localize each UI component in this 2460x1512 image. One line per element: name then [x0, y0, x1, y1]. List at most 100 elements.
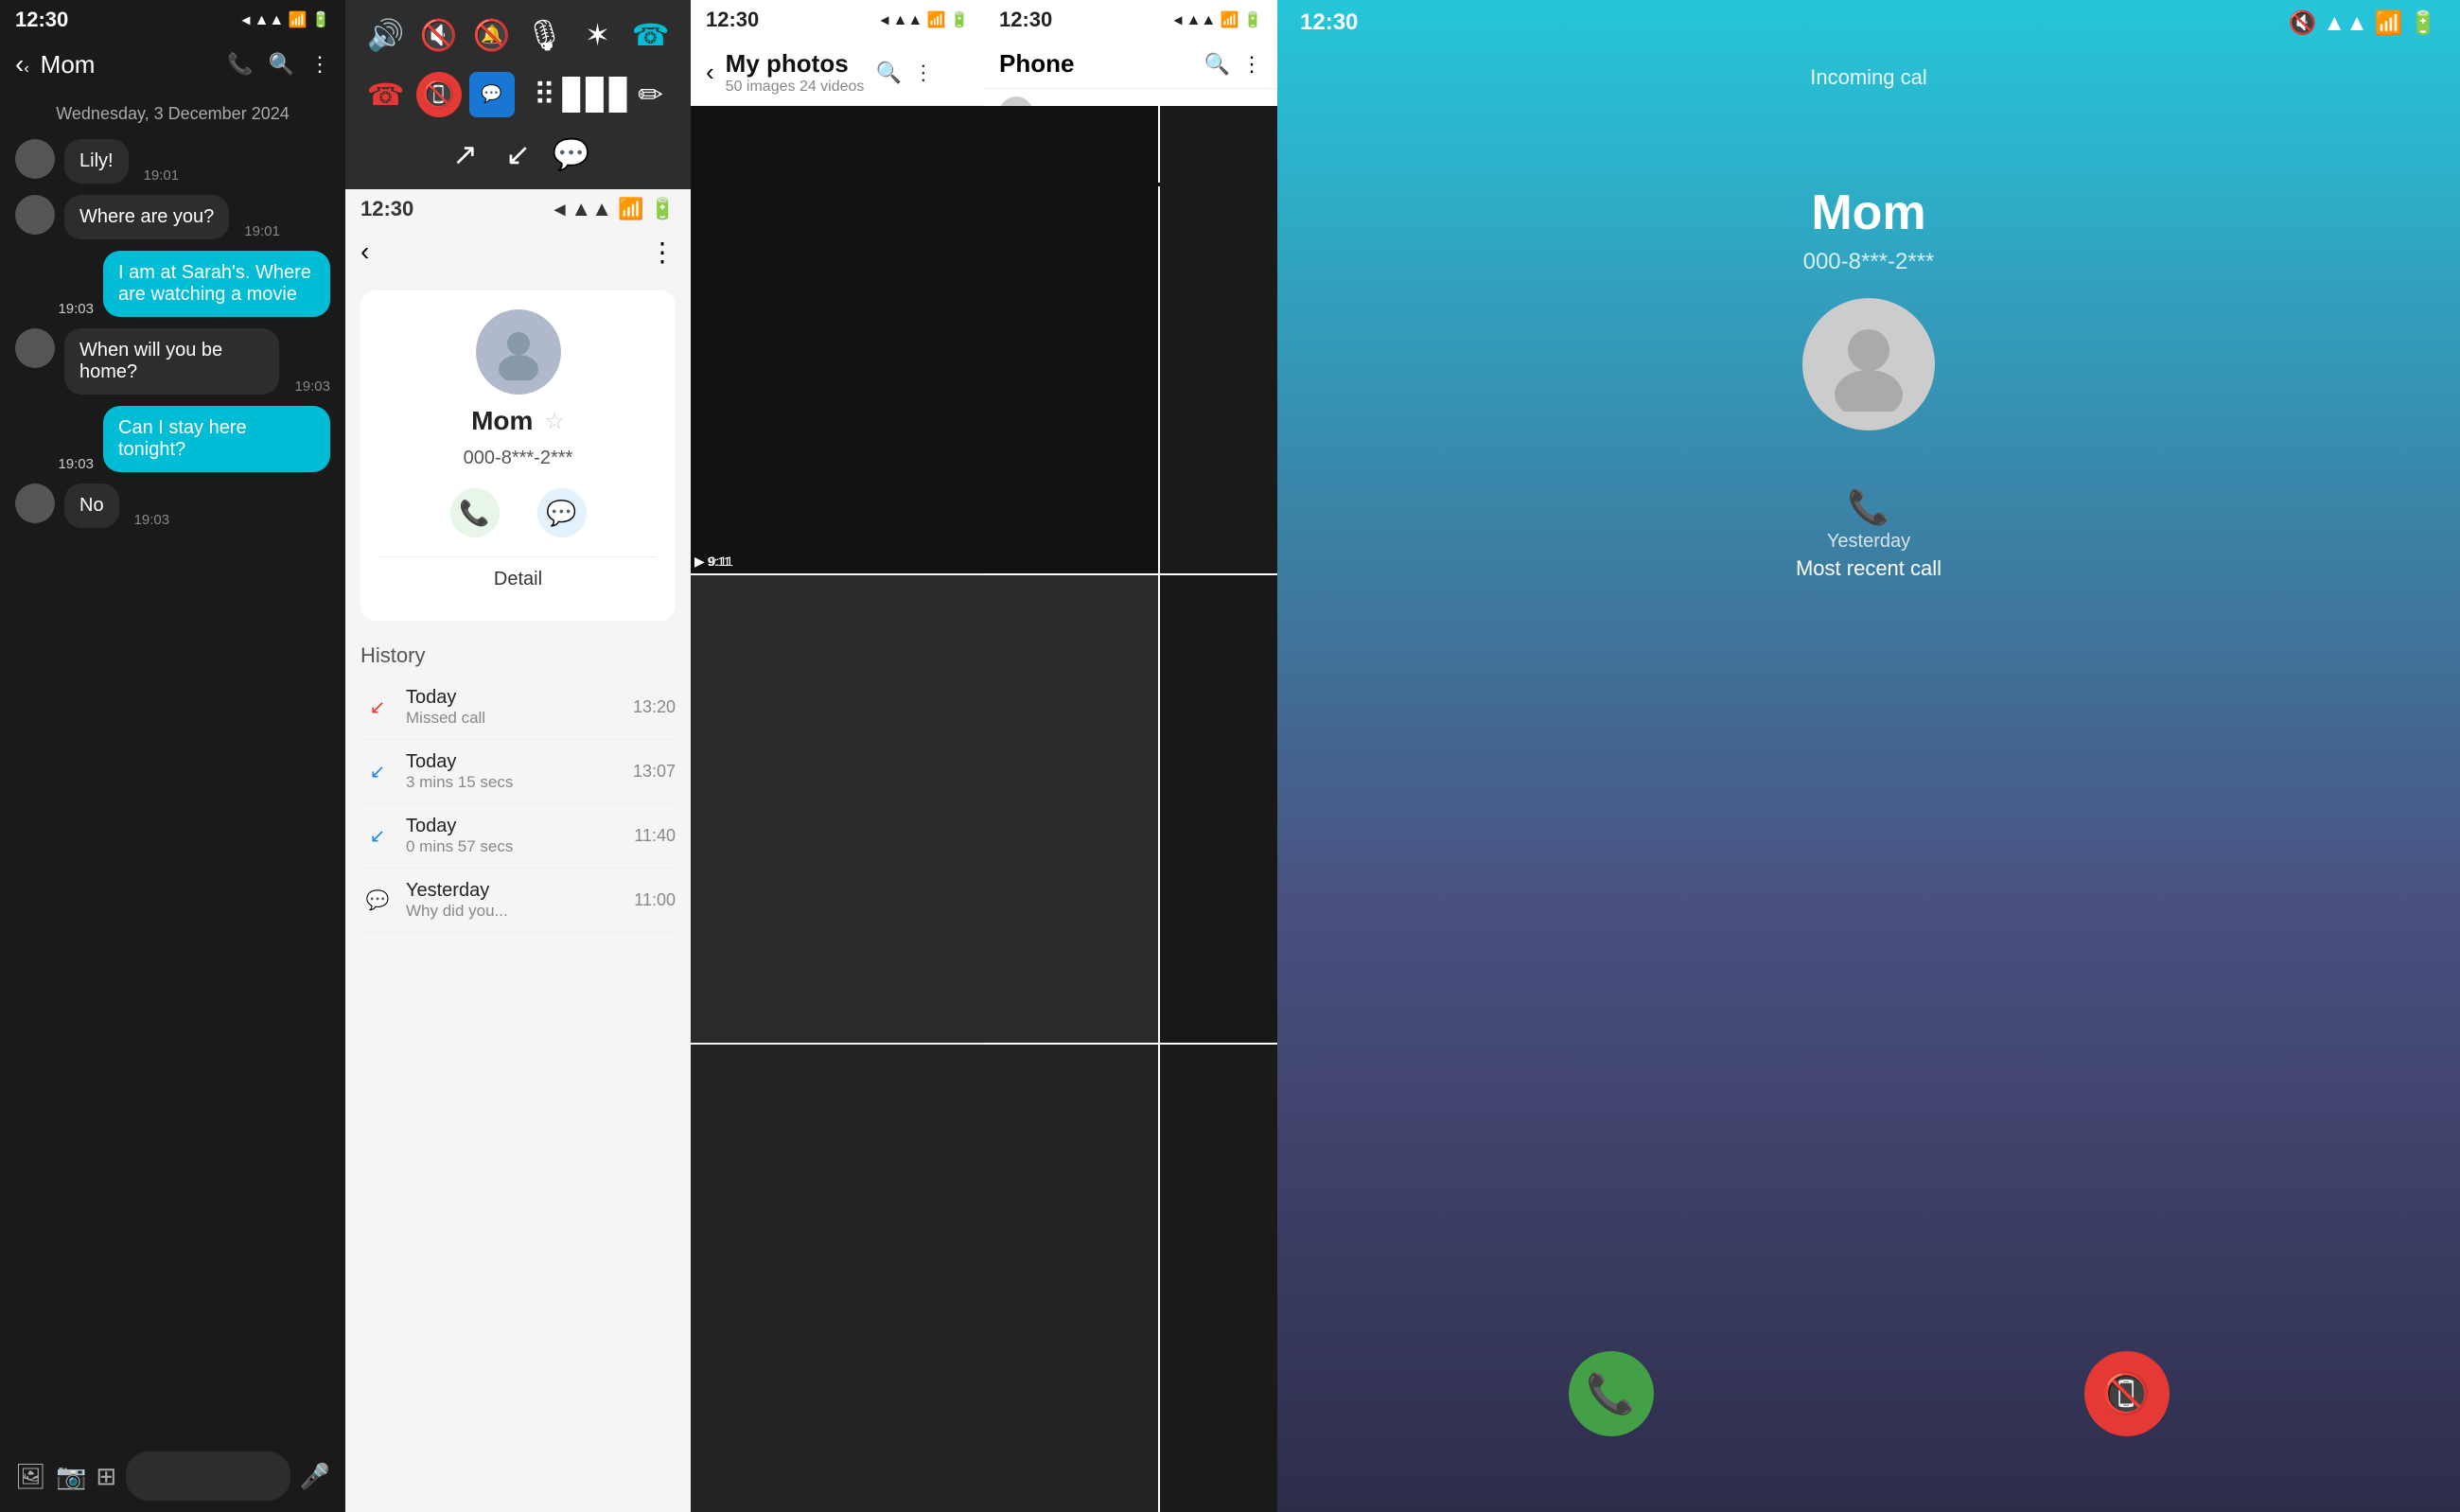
- history-info: Today 3 mins 15 secs: [406, 751, 622, 792]
- incoming-call-panel: 12:30 🔇 ▲▲ 📶 🔋 Incoming cal Mom 000-8***…: [1277, 0, 2460, 1512]
- more-icon[interactable]: ⋮: [309, 52, 330, 77]
- contact-name: Mom: [471, 406, 533, 436]
- history-title: History: [360, 643, 676, 668]
- call-button[interactable]: 📞: [450, 488, 500, 537]
- history-label: Today: [406, 751, 622, 773]
- chat-top-bar: ‹ Mom 📞 🔍 ⋮: [0, 40, 345, 89]
- table-row: 19:03 Can I stay here tonight?: [15, 406, 330, 472]
- list-item[interactable]: ↙ Today 0 mins 57 secs 11:40: [360, 804, 676, 869]
- chat-status-time: 12:30: [15, 8, 68, 32]
- end-call-icon[interactable]: 📵: [416, 72, 462, 117]
- back-icon[interactable]: ‹: [706, 58, 714, 87]
- list-item[interactable]: 💬 Yesterday Why did you... 11:00: [360, 869, 676, 933]
- message-bubble: I am at Sarah's. Where are watching a mo…: [103, 251, 330, 317]
- incoming-actions: 📞 📵: [1277, 1351, 2460, 1436]
- dialer-status-icons: ◂ ▲▲ 📶 🔋: [1174, 8, 1262, 32]
- incoming-status-time: 12:30: [1300, 9, 1358, 37]
- table-row: Where are you? 19:01: [15, 195, 330, 239]
- search-icon[interactable]: 🔍: [1204, 52, 1230, 77]
- photo-thumb[interactable]: [691, 575, 1158, 1043]
- mic-off-icon: 🎙: [522, 12, 568, 58]
- more-icon[interactable]: ⋮: [1241, 52, 1262, 77]
- camera-icon[interactable]: 📷: [56, 1462, 86, 1491]
- incoming-number: 000-8***-2***: [1803, 249, 1935, 275]
- table-row: Lily! 19:01: [15, 139, 330, 184]
- mute-icon: 🔇: [416, 12, 462, 58]
- detail-button[interactable]: Detail: [379, 556, 657, 602]
- phone-icon: 📞: [1848, 487, 1890, 527]
- decline-call-button[interactable]: 📵: [2084, 1351, 2170, 1436]
- contact-avatar: [476, 309, 561, 395]
- search-icon[interactable]: 🔍: [269, 52, 294, 77]
- back-icon[interactable]: ‹: [15, 49, 29, 79]
- history-sub: Why did you...: [406, 902, 623, 921]
- history-sub: 0 mins 57 secs: [406, 837, 623, 856]
- chat-messages: Lily! 19:01 Where are you? 19:01 19:03 I…: [0, 132, 345, 1440]
- icon-grid: 🔊 🔇 🔕 🎙 ✶ ☎ ☎ 📵 💬 ⠿ ▊▊▊ ✏ ↗ ↙ 💬: [345, 0, 691, 189]
- back-icon[interactable]: ‹: [360, 237, 369, 268]
- message-bubble: No: [64, 483, 119, 528]
- photos-panel: 12:30 ◂ ▲▲ 📶 🔋 ‹ My photos 50 images 24 …: [691, 0, 984, 1512]
- star-icon[interactable]: ☆: [544, 408, 565, 435]
- incoming-label: Incoming cal: [1810, 65, 1927, 90]
- dialer-status-time: 12:30: [999, 8, 1052, 32]
- photos-grid: ▶ 9:11: [691, 106, 984, 1512]
- search-icon[interactable]: 🔍: [875, 61, 901, 85]
- history-time: 13:20: [633, 697, 676, 717]
- message-bubble: When will you be home?: [64, 328, 279, 395]
- chat-contact-name: Mom: [41, 50, 217, 79]
- more-icon[interactable]: ⋮: [913, 61, 934, 85]
- pencil-icon: ✏: [628, 72, 674, 117]
- more-icon[interactable]: ⋮: [649, 237, 676, 268]
- phone-icon[interactable]: 📞: [227, 52, 253, 77]
- table-row: When will you be home? 19:03: [15, 328, 330, 395]
- phone-out-icon: ☎: [363, 72, 409, 117]
- chat-date: Wednesday, 3 December 2024: [0, 89, 345, 132]
- sms-icon: 💬: [360, 884, 395, 918]
- mute2-icon: 🔕: [469, 12, 515, 58]
- message-time: 19:03: [58, 456, 94, 472]
- incoming-name: Mom: [1811, 185, 1925, 241]
- photo-thumb[interactable]: ▶ 9:11: [691, 106, 1158, 573]
- list-item[interactable]: ↙ Today Missed call 13:20: [360, 676, 676, 740]
- missed-call-icon: ↙: [360, 691, 395, 725]
- incoming-recent-call: 📞 Yesterday Most recent call: [1796, 487, 1942, 581]
- avatar: [15, 195, 55, 235]
- dialer-header-icons: 🔍 ⋮: [1204, 52, 1262, 77]
- photos-header-icons: 🔍 ⋮: [875, 61, 933, 85]
- apps-icon[interactable]: ⊞: [96, 1462, 116, 1491]
- history-label: Yesterday: [406, 880, 623, 902]
- chat-input-icons: 🖼 📷 ⊞: [15, 1462, 116, 1491]
- accept-call-button[interactable]: 📞: [1569, 1351, 1654, 1436]
- incoming-status-icons: 🔇 ▲▲ 📶 🔋: [2289, 9, 2437, 37]
- history-time: 11:00: [634, 890, 676, 910]
- voice-icon[interactable]: 🎤: [300, 1462, 330, 1491]
- sms-button[interactable]: 💬: [537, 488, 587, 537]
- table-row: No 19:03: [15, 483, 330, 528]
- photos-title: My photos: [726, 49, 865, 79]
- photos-status-bar: 12:30 ◂ ▲▲ 📶 🔋: [691, 0, 984, 40]
- message-time: 19:01: [144, 167, 180, 184]
- history-info: Today Missed call: [406, 687, 622, 728]
- message-input[interactable]: [126, 1451, 290, 1501]
- incoming-status-bar: 12:30 🔇 ▲▲ 📶 🔋: [1277, 0, 2460, 46]
- received-call-icon: ↙: [360, 755, 395, 789]
- history-info: Today 0 mins 57 secs: [406, 816, 623, 856]
- dialer-title: Phone: [999, 49, 1193, 79]
- history-sub: 3 mins 15 secs: [406, 773, 622, 792]
- bluetooth-icon: ✶: [575, 12, 621, 58]
- gallery-icon[interactable]: 🖼: [15, 1462, 46, 1491]
- photos-header: ‹ My photos 50 images 24 videos 🔍 ⋮: [691, 40, 984, 106]
- chat-panel: 12:30 ◂ ▲▲ 📶 🔋 ‹ Mom 📞 🔍 ⋮ Wednesday, 3 …: [0, 0, 345, 1512]
- list-item[interactable]: ↙ Today 3 mins 15 secs 13:07: [360, 740, 676, 804]
- contact-status-time: 12:30: [360, 197, 413, 221]
- photo-thumb[interactable]: [691, 1045, 1158, 1512]
- contact-status-icons: ◂ ▲▲ 📶 🔋: [554, 197, 676, 221]
- volume-icon: 🔊: [363, 12, 409, 58]
- contact-card: Mom ☆ 000-8***-2*** 📞 💬 Detail: [360, 290, 676, 621]
- incoming-avatar: [1802, 298, 1935, 431]
- person-icon: [1821, 317, 1916, 412]
- received-call-icon2: ↙: [360, 819, 395, 853]
- contact-detail-panel: 🔊 🔇 🔕 🎙 ✶ ☎ ☎ 📵 💬 ⠿ ▊▊▊ ✏ ↗ ↙ 💬 12:30 ◂ …: [345, 0, 691, 1512]
- chat-status-bar: 12:30 ◂ ▲▲ 📶 🔋: [0, 0, 345, 40]
